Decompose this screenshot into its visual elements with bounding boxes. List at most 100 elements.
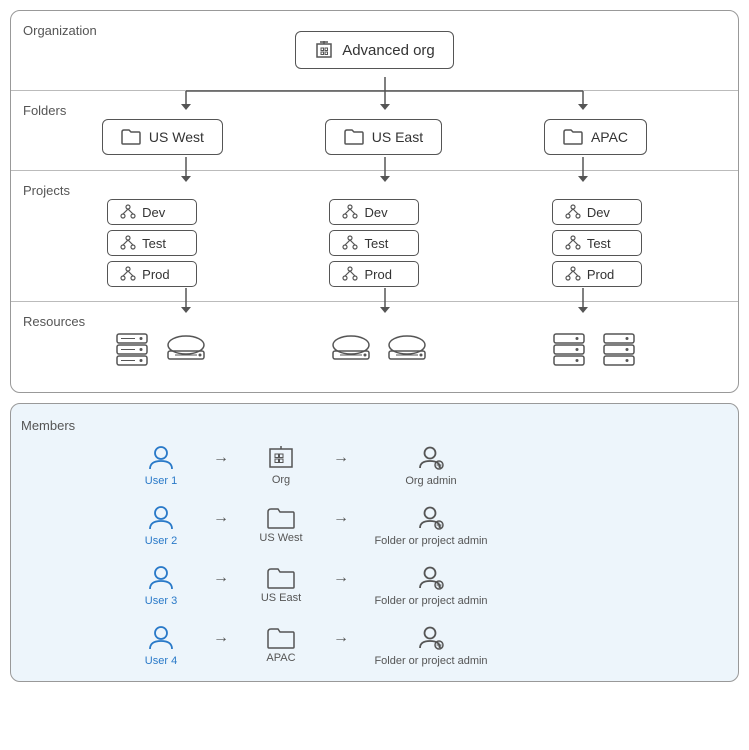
member-user4: User 4 — [121, 623, 201, 667]
member-user1: User 1 — [121, 443, 201, 487]
members-label: Members — [21, 418, 728, 433]
nodes-icon-4 — [342, 204, 358, 220]
main-container: Organization Advanced org — [0, 0, 749, 692]
cloud-icon-east1 — [330, 333, 372, 365]
member-org-role-label: Org admin — [405, 475, 456, 487]
projects-apac: Dev Test — [552, 199, 642, 287]
user-icon-4 — [146, 623, 176, 653]
project-test-label: Test — [142, 236, 166, 251]
server-icon-apac2 — [601, 331, 637, 367]
network-icon-west — [165, 333, 207, 365]
folder-east-label: US East — [372, 129, 423, 145]
resources-east — [330, 333, 428, 365]
member-row-2: User 2 → US West → — [121, 503, 728, 547]
member-org-target-label: Org — [272, 474, 290, 486]
project-west-prod: Prod — [107, 261, 197, 287]
nodes-icon-7 — [565, 204, 581, 220]
project-dev-label: Dev — [142, 205, 165, 220]
folder-us-east: US East — [325, 119, 442, 155]
folder-admin-icon-east — [416, 563, 446, 593]
arrow-4a: → — [201, 629, 241, 661]
folder-admin-icon-apac — [416, 623, 446, 653]
project-east-prod: Prod — [329, 261, 419, 287]
project-east-test: Test — [329, 230, 419, 256]
projects-west: Dev Test — [107, 199, 197, 287]
nodes-icon-6 — [342, 266, 358, 282]
folder-admin-icon-west — [416, 503, 446, 533]
arrow-4b: → — [321, 629, 361, 661]
folders-to-projects-connector — [11, 157, 738, 193]
member-user1-label: User 1 — [145, 475, 177, 487]
project-apac-prod: Prod — [552, 261, 642, 287]
folder-apac: APAC — [544, 119, 647, 155]
nodes-icon-2 — [120, 235, 136, 251]
member-row-1: User 1 → Org → — [121, 443, 728, 487]
folder-icon-member-east — [267, 566, 295, 590]
arrow-2a: → — [201, 509, 241, 541]
arrow-1b: → — [321, 449, 361, 481]
member-org-target: Org — [241, 444, 321, 486]
resources-west — [113, 330, 207, 368]
arrow-3a: → — [201, 569, 241, 601]
member-folder-role-apac-label: Folder or project admin — [374, 655, 487, 667]
folder-icon-west — [121, 128, 141, 146]
member-user3: User 3 — [121, 563, 201, 607]
arrow-1a: → — [201, 449, 241, 481]
nodes-icon-3 — [120, 266, 136, 282]
member-org-role: Org admin — [361, 443, 501, 487]
member-folder-west-label: US West — [259, 532, 302, 544]
member-user4-label: User 4 — [145, 655, 177, 667]
arrow-2b: → — [321, 509, 361, 541]
member-folder-west: US West — [241, 506, 321, 544]
user-icon-3 — [146, 563, 176, 593]
member-row-4: User 4 → APAC → — [121, 623, 728, 667]
user-icon-1 — [146, 443, 176, 473]
org-box: Advanced org — [295, 31, 454, 69]
projects-to-resources-connector — [11, 288, 738, 324]
folder-icon-east — [344, 128, 364, 146]
project-apac-test: Test — [552, 230, 642, 256]
cloud-icon-east2 — [386, 333, 428, 365]
project-apac-dev: Dev — [552, 199, 642, 225]
member-folder-apac-label: APAC — [266, 652, 295, 664]
project-prod-label: Prod — [142, 267, 169, 282]
nodes-icon-9 — [565, 266, 581, 282]
members-section: Members User 1 → — [10, 403, 739, 682]
member-folder-role-west-label: Folder or project admin — [374, 535, 487, 547]
nodes-icon-5 — [342, 235, 358, 251]
member-user2-label: User 2 — [145, 535, 177, 547]
member-folder-role-west: Folder or project admin — [361, 503, 501, 547]
org-admin-icon — [416, 443, 446, 473]
member-user2: User 2 — [121, 503, 201, 547]
arrow-3b: → — [321, 569, 361, 601]
resources-apac — [551, 331, 637, 367]
member-user3-label: User 3 — [145, 595, 177, 607]
org-name: Advanced org — [342, 42, 435, 59]
member-folder-east: US East — [241, 566, 321, 604]
org-icon-member — [267, 444, 295, 472]
folder-icon-apac — [563, 128, 583, 146]
folder-us-west: US West — [102, 119, 223, 155]
member-folder-east-label: US East — [261, 592, 301, 604]
member-folder-role-east: Folder or project admin — [361, 563, 501, 607]
member-folder-role-apac: Folder or project admin — [361, 623, 501, 667]
project-west-dev: Dev — [107, 199, 197, 225]
server-icon-west — [113, 330, 151, 368]
project-east-dev: Dev — [329, 199, 419, 225]
folder-apac-label: APAC — [591, 129, 628, 145]
members-rows: User 1 → Org → — [21, 443, 728, 667]
folder-icon-member-west — [267, 506, 295, 530]
org-to-folders-connector — [11, 77, 738, 117]
org-label: Organization — [23, 23, 97, 38]
member-folder-apac: APAC — [241, 626, 321, 664]
server-icon-apac1 — [551, 331, 587, 367]
building-icon — [314, 40, 334, 60]
nodes-icon-8 — [565, 235, 581, 251]
project-west-test: Test — [107, 230, 197, 256]
nodes-icon — [120, 204, 136, 220]
folder-west-label: US West — [149, 129, 204, 145]
hierarchy-section: Organization Advanced org — [10, 10, 739, 393]
folder-icon-member-apac — [267, 626, 295, 650]
member-row-3: User 3 → US East → — [121, 563, 728, 607]
user-icon-2 — [146, 503, 176, 533]
